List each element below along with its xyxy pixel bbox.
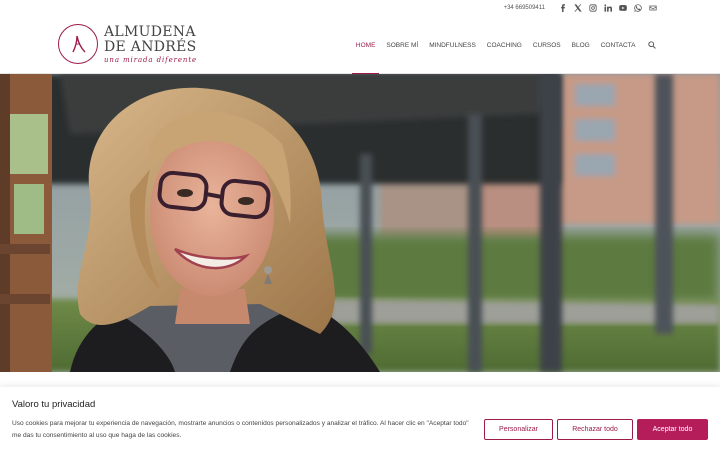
cookie-consent-banner: Valoro tu privacidad Uso cookies para me… [0, 387, 720, 450]
cookie-title: Valoro tu privacidad [12, 399, 96, 410]
logo-text: ALMUDENA DE ANDRÉS una mirada diferente [104, 23, 198, 64]
facebook-icon[interactable] [555, 1, 570, 15]
search-icon[interactable] [644, 16, 660, 74]
instagram-icon[interactable] [585, 1, 600, 15]
nav-item-mindfulness[interactable]: MINDFULNESS [424, 16, 482, 74]
reject-all-button[interactable]: Rechazar todo [557, 419, 633, 440]
phone-number[interactable]: +34 669509411 [504, 5, 545, 11]
social-links [555, 1, 660, 15]
top-contact-bar: +34 669509411 [0, 0, 720, 16]
logo-name-line1: ALMUDENA [104, 23, 196, 40]
linkedin-icon[interactable] [600, 1, 615, 15]
logo-emblem-icon [58, 24, 98, 64]
x-twitter-icon[interactable] [570, 1, 585, 15]
nav-item-cursos[interactable]: CURSOS [527, 16, 566, 74]
whatsapp-icon[interactable] [630, 1, 645, 15]
mail-icon[interactable] [645, 1, 660, 15]
cookie-description: Uso cookies para mejorar tu experiencia … [12, 420, 469, 439]
accept-all-button[interactable]: Aceptar todo [637, 419, 708, 440]
site-header: ALMUDENA DE ANDRÉS una mirada diferente … [0, 16, 720, 75]
hero-image [0, 74, 720, 372]
youtube-icon[interactable] [615, 1, 630, 15]
nav-item-contacta[interactable]: CONTACTA [595, 16, 641, 74]
logo-name-line2: DE ANDRÉS [104, 38, 197, 55]
hero-photo [0, 74, 720, 372]
nav-item-sobre-mi[interactable]: SOBRE MÍ [381, 16, 424, 74]
customize-button[interactable]: Personalizar [484, 419, 553, 440]
nav-item-home[interactable]: HOME [350, 16, 381, 75]
main-nav: HOME SOBRE MÍ MINDFULNESS COACHING CURSO… [350, 16, 660, 75]
page: +34 669509411 ALMUDENA DE ANDRÉS una mir… [0, 0, 720, 450]
nav-item-blog[interactable]: BLOG [566, 16, 595, 74]
nav-item-coaching[interactable]: COACHING [481, 16, 527, 74]
site-logo[interactable]: ALMUDENA DE ANDRÉS una mirada diferente [58, 24, 197, 64]
logo-tagline: una mirada diferente [104, 55, 198, 64]
